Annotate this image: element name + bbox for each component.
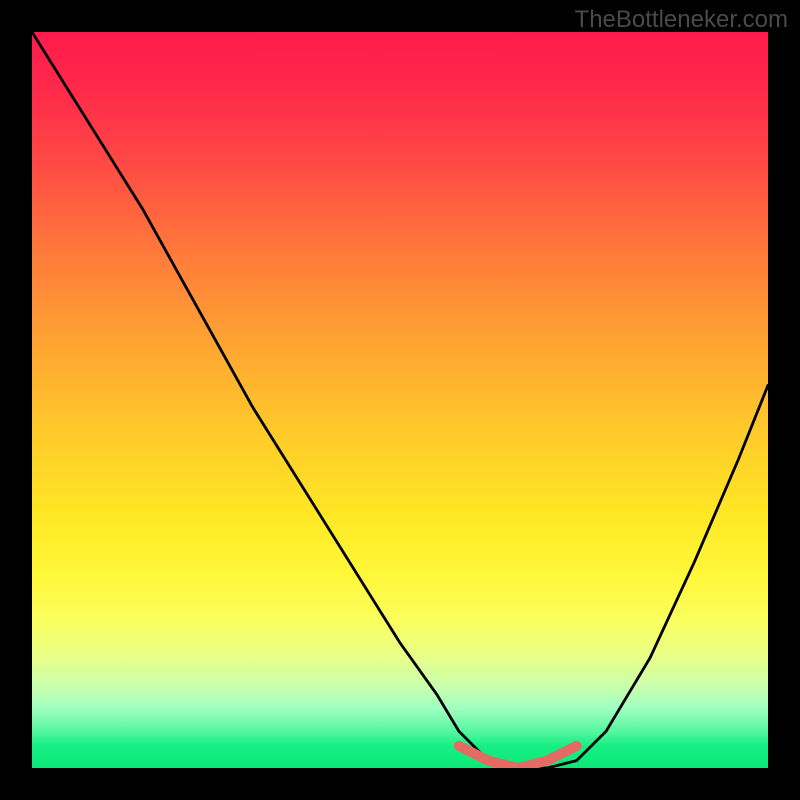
curve-svg xyxy=(32,32,768,768)
plot-area xyxy=(32,32,768,768)
bottleneck-curve-path xyxy=(32,32,768,768)
watermark-text: TheBottleneker.com xyxy=(575,6,788,34)
chart-frame: TheBottleneker.com xyxy=(0,0,800,800)
